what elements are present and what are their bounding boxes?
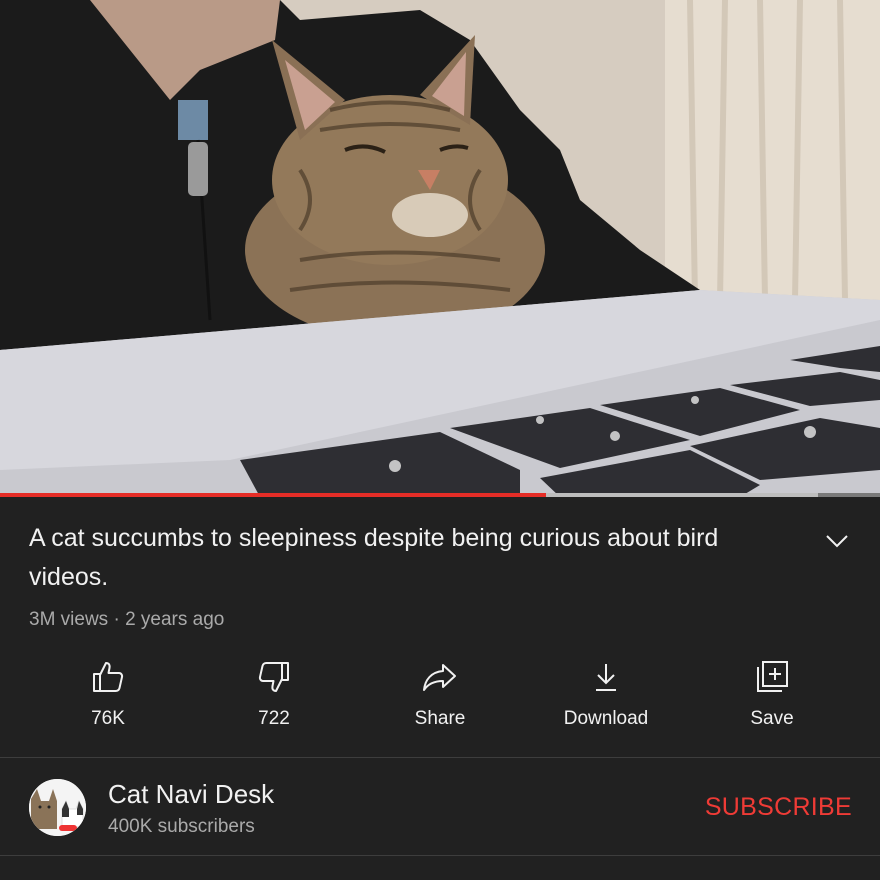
divider-bottom (0, 855, 880, 856)
share-icon (423, 664, 456, 691)
upload-age: 2 years ago (125, 609, 225, 630)
save-button[interactable]: Save (689, 655, 855, 745)
video-frame (0, 0, 880, 497)
channel-name[interactable]: Cat Navi Desk (108, 779, 274, 810)
save-label: Save (750, 708, 794, 729)
share-button[interactable]: Share (357, 655, 523, 745)
add-to-playlist-icon (757, 661, 788, 692)
chevron-down-icon (826, 535, 848, 548)
share-label: Share (414, 708, 466, 729)
progress-played (0, 493, 546, 497)
dislike-button[interactable]: 722 (191, 655, 357, 745)
divider-top (0, 757, 880, 758)
video-progress-bar[interactable] (0, 493, 880, 497)
expand-description-button[interactable] (822, 526, 852, 556)
thumbs-up-icon (93, 662, 124, 692)
subscribe-button[interactable]: SUBSCRIBE (705, 793, 852, 822)
download-label: Download (563, 708, 649, 729)
like-count: 76K (91, 708, 125, 729)
video-player[interactable] (0, 0, 880, 497)
download-button[interactable]: Download (523, 655, 689, 745)
video-title[interactable]: A cat succumbs to sleepiness despite bei… (29, 519, 799, 597)
video-metadata: 3M views · 2 years ago (29, 609, 224, 631)
action-bar: 76K 722 Share Download Save (25, 655, 855, 745)
like-button[interactable]: 76K (25, 655, 191, 745)
thumbs-down-icon (258, 662, 289, 692)
channel-avatar[interactable] (29, 779, 86, 836)
dislike-count: 722 (258, 708, 290, 729)
view-count: 3M views (29, 609, 109, 630)
meta-separator: · (108, 609, 126, 630)
download-icon (596, 664, 616, 691)
cat-avatar-image (29, 779, 86, 836)
subscriber-count: 400K subscribers (108, 816, 255, 837)
